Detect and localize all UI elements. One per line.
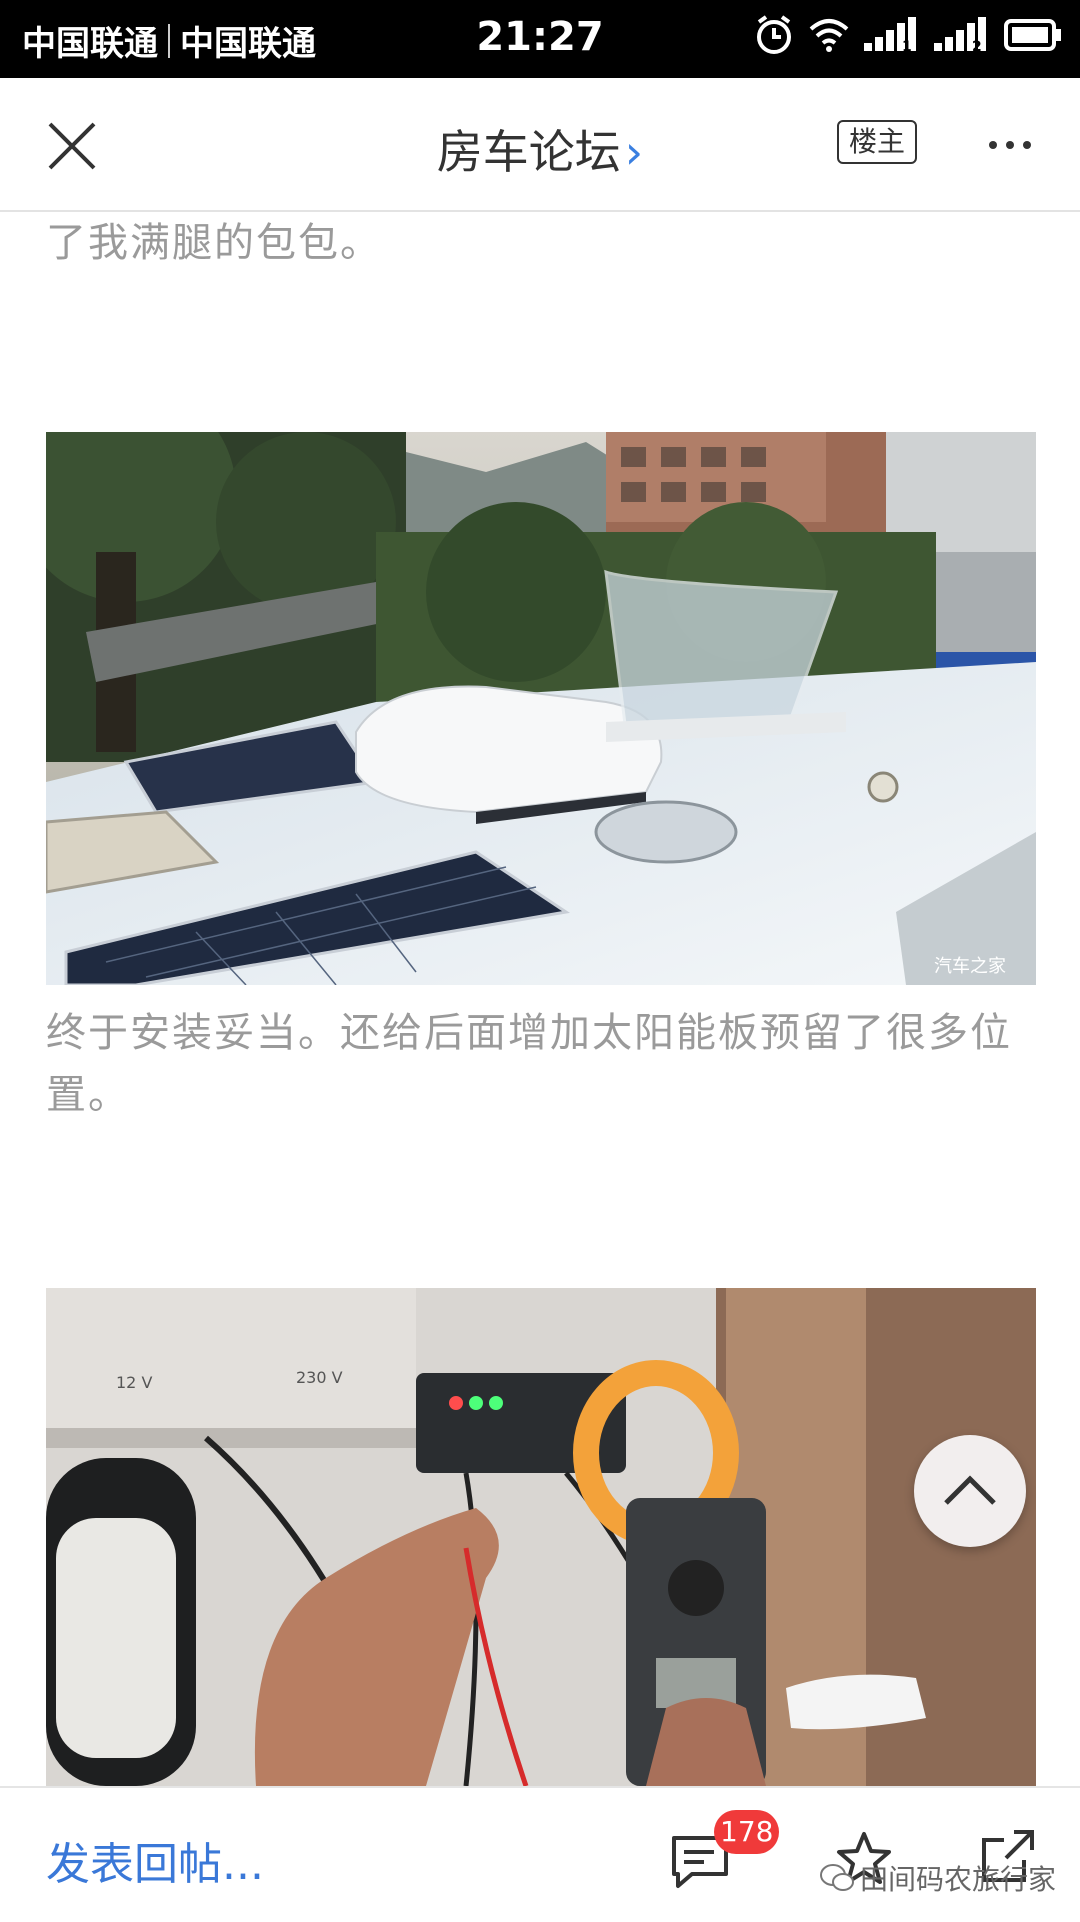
chevron-right-icon: › bbox=[624, 125, 644, 179]
more-icon[interactable] bbox=[985, 130, 1035, 160]
post-image-controller[interactable]: 12 V 230 V bbox=[46, 1288, 1036, 1786]
post-content: 了我满腿的包包。 汽车之家 终于安装妥当。还给后面增加太阳能板预留了很多位置。 … bbox=[0, 212, 1080, 1786]
battery-icon bbox=[1004, 19, 1061, 51]
signal-2-label: 2 bbox=[972, 39, 982, 53]
status-bar: 中国联通 中国联通 21:27 1 2 bbox=[0, 0, 1080, 78]
original-poster-filter-button[interactable]: 楼主 bbox=[837, 120, 917, 164]
signal-1-label: 1 bbox=[902, 39, 912, 53]
post-paragraph: 终于安装妥当。还给后面增加太阳能板预留了很多位置。 bbox=[46, 1010, 1012, 1118]
wechat-icon bbox=[820, 1864, 854, 1891]
watermark-text: 田间码农旅行家 bbox=[860, 1863, 1057, 1896]
comment-count-badge: 178 bbox=[714, 1810, 780, 1854]
image-watermark: 汽车之家 bbox=[934, 956, 1006, 977]
account-watermark: 田间码农旅行家 bbox=[820, 1858, 1056, 1898]
reply-input[interactable]: 发表回帖... bbox=[46, 1828, 264, 1892]
panel-label: 12 V bbox=[116, 1373, 152, 1392]
signal-2-icon: 2 bbox=[934, 17, 986, 53]
chevron-up-icon bbox=[944, 1475, 996, 1505]
bottom-bar: 发表回帖... 178 bbox=[0, 1786, 1080, 1922]
panel-label: 230 V bbox=[296, 1368, 343, 1387]
status-icons: 1 2 bbox=[754, 14, 1062, 56]
forum-title-link[interactable]: 房车论坛› bbox=[0, 116, 1080, 182]
rv-roof-photo: 汽车之家 bbox=[46, 432, 1036, 985]
signal-1-icon: 1 bbox=[864, 17, 916, 53]
scroll-to-top-button[interactable] bbox=[914, 1435, 1026, 1547]
controller-photo: 12 V 230 V bbox=[46, 1288, 1036, 1786]
alarm-icon bbox=[757, 15, 791, 54]
post-image-rv-roof[interactable]: 汽车之家 bbox=[46, 432, 1036, 985]
wifi-icon bbox=[809, 19, 849, 52]
nav-bar: 房车论坛› 楼主 bbox=[0, 78, 1080, 212]
page-title: 房车论坛 bbox=[436, 125, 621, 179]
post-paragraph: 了我满腿的包包。 bbox=[46, 220, 382, 266]
